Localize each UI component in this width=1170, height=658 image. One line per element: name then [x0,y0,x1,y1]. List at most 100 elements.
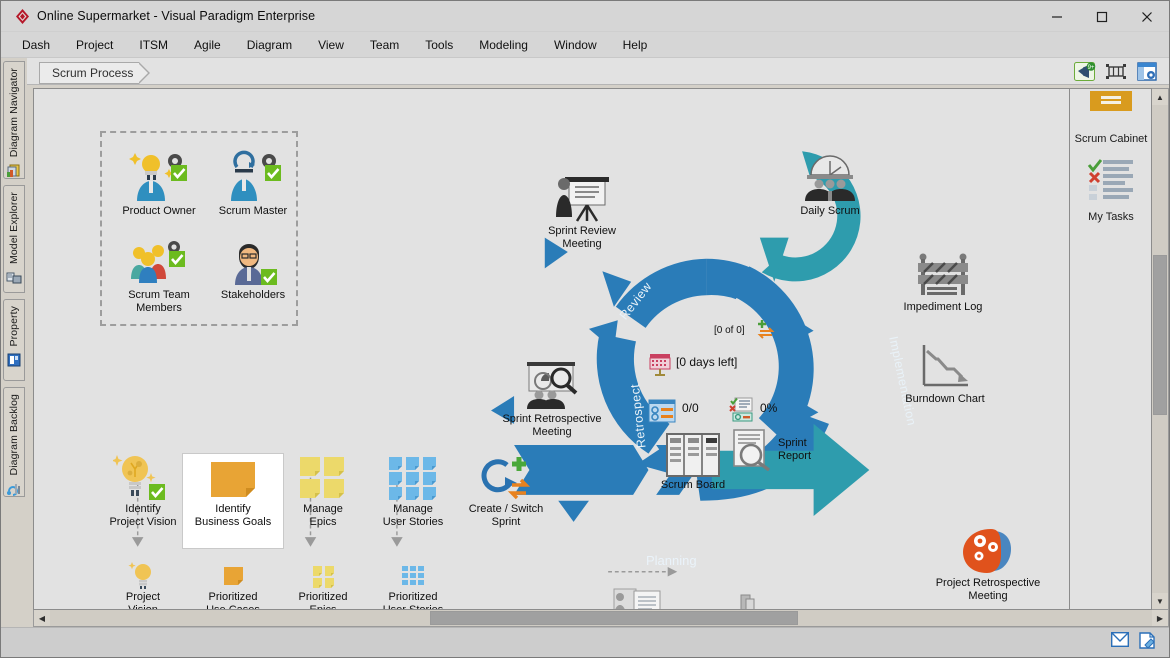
node-label: Create / Switch Sprint [456,503,556,529]
horizontal-scroll-track[interactable] [50,610,1152,626]
node-label: Daily Scrum [782,205,878,218]
close-button[interactable] [1124,1,1169,32]
menu-item-window[interactable]: Window [541,34,610,56]
menu-item-agile[interactable]: Agile [181,34,234,56]
node-scrum-master[interactable]: Scrum Master [206,147,300,218]
prioritized-use-cases-icon [186,561,280,589]
node-product-owner[interactable]: Product Owner [112,147,206,218]
user-stories-icon [366,451,460,501]
maximize-button[interactable] [1079,1,1124,32]
node-label: Scrum Board [644,479,742,492]
vertical-scrollbar[interactable]: ▲ ▼ [1152,88,1169,610]
node-manage-user-stories[interactable]: Manage User Stories [366,451,460,529]
workspace: Diagram Navigator Model Explorer [1,58,1169,627]
sidebar-item-model-explorer[interactable]: Model Explorer [3,185,25,293]
menu-item-diagram[interactable]: Diagram [234,34,305,56]
scrum-process-diagram[interactable]: Review Retrospect Implementation Plannin… [33,88,1070,610]
node-prioritized-epics[interactable]: Prioritized Epics [276,561,370,610]
diagram-backlog-icon [6,481,22,497]
project-vision-icon [96,561,190,589]
node-sprint-review-meeting[interactable]: Sprint Review Meeting [534,171,630,251]
minimize-button[interactable] [1034,1,1079,32]
goal-note-icon [186,455,280,501]
document-tab-strip: Scrum Process 9+ [27,58,1169,85]
palette-item-my-tasks[interactable]: My Tasks [1070,157,1152,224]
horizontal-scroll-thumb[interactable] [430,611,798,625]
menu-item-modeling[interactable]: Modeling [466,34,541,56]
prioritized-epics-icon [276,561,370,589]
node-label: Identify Project Vision [96,503,190,529]
menu-item-dash[interactable]: Dash [9,34,63,56]
mail-icon[interactable] [1111,632,1129,654]
node-label: Prioritized User Stories [366,591,460,610]
cabinet-icon [1088,91,1134,125]
left-tool-rail: Diagram Navigator Model Explorer [1,58,27,627]
node-project-retrospective-meeting[interactable]: Project Retrospective Meeting [922,523,1054,603]
node-label: Scrum Master [206,205,300,218]
status-bar-icons [1111,632,1169,654]
panel-toggle-icon[interactable] [1135,61,1159,82]
menu-item-tools[interactable]: Tools [412,34,466,56]
tab-label: Scrum Process [52,66,133,80]
vertical-scroll-track[interactable] [1152,105,1168,593]
title-bar: Online Supermarket - Visual Paradigm Ent… [1,1,1169,32]
sprint-switch-icon [757,317,779,344]
node-sprint-retrospective-meeting[interactable]: Sprint Retrospective Meeting [494,357,610,439]
scrum-cabinet-panel[interactable]: Scrum Cabinet [1070,88,1152,610]
announcement-icon[interactable]: 9+ [1073,61,1097,82]
menu-item-project[interactable]: Project [63,34,126,56]
status-bar [1,627,1169,657]
editor-panel: Scrum Process 9+ [27,58,1169,627]
tab-scrum-process[interactable]: Scrum Process [39,62,139,84]
sidebar-item-diagram-navigator[interactable]: Diagram Navigator [3,61,25,179]
scrum-board-icon [644,429,742,477]
node-prioritized-user-stories[interactable]: Prioritized User Stories [366,561,460,610]
node-scrum-board[interactable]: Scrum Board [644,429,742,492]
node-project-vision[interactable]: Project Vision [96,561,190,610]
node-stakeholders[interactable]: Stakeholders [206,237,300,302]
property-icon [6,352,22,368]
scroll-up-button[interactable]: ▲ [1152,89,1168,105]
menu-item-view[interactable]: View [305,34,357,56]
sprint-backlog-icon [706,589,790,610]
menu-item-team[interactable]: Team [357,34,412,56]
node-daily-scrum[interactable]: Daily Scrum [782,151,878,218]
node-manage-epics[interactable]: Manage Epics [276,451,370,529]
stat-task-ratio: 0/0 [682,401,699,415]
node-create-switch-sprint[interactable]: Create / Switch Sprint [456,453,556,529]
node-sprint-report[interactable]: Sprint Report [730,427,838,471]
scroll-down-button[interactable]: ▼ [1152,593,1168,609]
node-label: Scrum Team Members [112,289,206,315]
window-title: Online Supermarket - Visual Paradigm Ent… [37,9,315,23]
node-label: Manage User Stories [366,503,460,529]
horizontal-scrollbar[interactable]: ◀ ▶ [33,610,1169,627]
planning-down-arrow [558,501,589,522]
menu-item-itsm[interactable]: ITSM [126,34,181,56]
node-sprint-backlog[interactable]: Sprint Backlog [706,589,790,610]
canvas-area: Review Retrospect Implementation Plannin… [27,85,1169,627]
stat-days-left: [0 days left] [676,355,737,369]
node-label: Burndown Chart [896,393,994,406]
node-label: Project Vision [96,591,190,610]
node-prioritized-use-cases[interactable]: Prioritized Use Cases [186,561,280,610]
fit-window-icon[interactable] [1104,61,1128,82]
node-label: Sprint Review Meeting [534,225,630,251]
application-window: Online Supermarket - Visual Paradigm Ent… [0,0,1170,658]
node-identify-business-goals[interactable]: Identify Business Goals [186,455,280,529]
node-identify-project-vision[interactable]: Identify Project Vision [96,451,190,529]
scroll-right-button[interactable]: ▶ [1152,610,1168,626]
menu-item-help[interactable]: Help [610,34,661,56]
node-burndown-chart[interactable]: Burndown Chart [896,339,994,406]
sidebar-item-property[interactable]: Property [3,299,25,381]
palette-item-label: Scrum Cabinet [1070,133,1152,146]
node-label: Prioritized Use Cases [186,591,280,610]
node-scrum-team-members[interactable]: Scrum Team Members [112,237,206,315]
node-sprint-planning-meeting[interactable]: Sprint Planning Meeting [584,579,694,610]
sidebar-item-diagram-backlog[interactable]: Diagram Backlog [3,387,25,497]
palette-item-scrum-cabinet[interactable]: Scrum Cabinet [1070,91,1152,146]
node-label: Sprint Retrospective Meeting [494,413,610,439]
note-edit-icon[interactable] [1139,632,1155,654]
scroll-left-button[interactable]: ◀ [34,610,50,626]
node-impediment-log[interactable]: Impediment Log [894,249,992,314]
vertical-scroll-thumb[interactable] [1153,255,1167,415]
